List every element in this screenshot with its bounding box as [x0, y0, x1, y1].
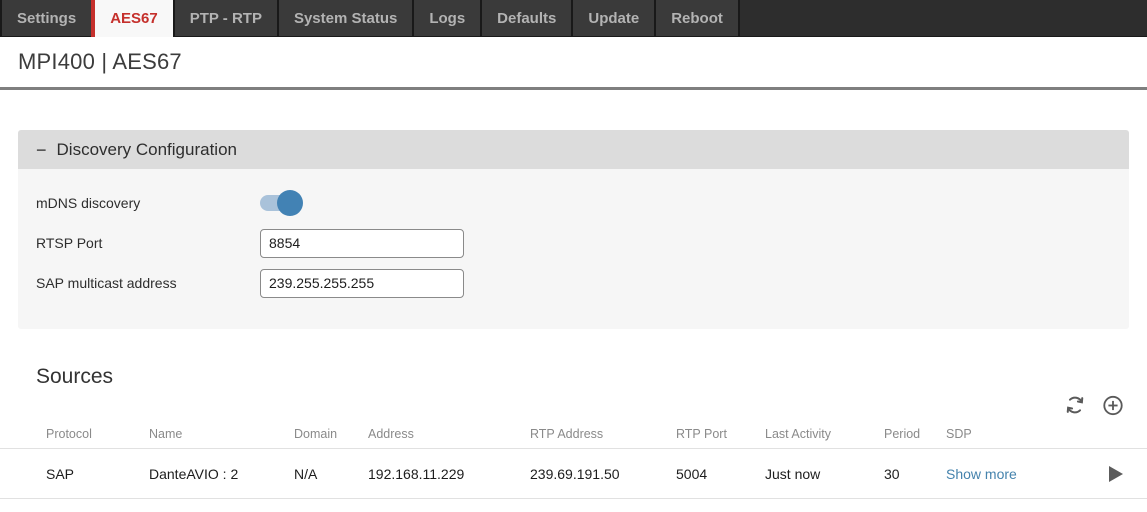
column-header-last-activity: Last Activity — [765, 427, 884, 441]
tab-update[interactable]: Update — [571, 0, 654, 36]
page-title: MPI400 | AES67 — [18, 49, 182, 75]
tab-ptp-rtp[interactable]: PTP - RTP — [173, 0, 277, 36]
show-more-link[interactable]: Show more — [946, 466, 1017, 482]
discovery-panel-title: Discovery Configuration — [57, 140, 237, 160]
add-source-button[interactable] — [1102, 394, 1124, 416]
tab-logs[interactable]: Logs — [412, 0, 480, 36]
column-header-rtp-port: RTP Port — [676, 427, 765, 441]
cell-domain: N/A — [294, 466, 368, 482]
cell-period: 30 — [884, 466, 946, 482]
sources-title: Sources — [36, 365, 1147, 389]
discovery-configuration-panel: − Discovery Configuration mDNS discovery… — [18, 130, 1129, 329]
tab-reboot[interactable]: Reboot — [654, 0, 740, 36]
toggle-knob — [277, 190, 303, 216]
rtsp-port-label: RTSP Port — [18, 235, 260, 251]
column-header-domain: Domain — [294, 427, 368, 441]
refresh-button[interactable] — [1064, 394, 1086, 416]
cell-last-activity: Just now — [765, 466, 884, 482]
tab-aes67[interactable]: AES67 — [91, 0, 173, 37]
top-tab-bar: Settings AES67 PTP - RTP System Status L… — [0, 0, 1147, 37]
column-header-rtp-address: RTP Address — [530, 427, 676, 441]
sources-actions — [0, 391, 1147, 419]
discovery-panel-header[interactable]: − Discovery Configuration — [18, 130, 1129, 169]
tab-settings[interactable]: Settings — [0, 0, 91, 36]
mdns-discovery-row: mDNS discovery — [18, 183, 1129, 223]
table-row: SAP DanteAVIO : 2 N/A 192.168.11.229 239… — [0, 449, 1147, 499]
collapse-icon[interactable]: − — [36, 141, 47, 159]
column-header-sdp: SDP — [946, 427, 1083, 441]
add-icon — [1102, 394, 1124, 417]
discovery-panel-body: mDNS discovery RTSP Port SAP multicast a… — [18, 169, 1129, 329]
column-header-address: Address — [368, 427, 530, 441]
cell-sdp: Show more — [946, 466, 1083, 482]
play-icon[interactable] — [1109, 466, 1123, 482]
cell-actions — [1083, 466, 1123, 482]
page-header: MPI400 | AES67 — [0, 37, 1147, 90]
sap-multicast-row: SAP multicast address — [18, 263, 1129, 303]
sources-table-header: Protocol Name Domain Address RTP Address… — [0, 419, 1147, 449]
rtsp-port-row: RTSP Port — [18, 223, 1129, 263]
column-header-period: Period — [884, 427, 946, 441]
rtsp-port-input[interactable] — [260, 229, 464, 258]
cell-rtp-port: 5004 — [676, 466, 765, 482]
column-header-protocol: Protocol — [46, 427, 149, 441]
cell-address: 192.168.11.229 — [368, 466, 530, 482]
sap-multicast-input[interactable] — [260, 269, 464, 298]
mdns-discovery-label: mDNS discovery — [18, 195, 260, 211]
tab-system-status[interactable]: System Status — [277, 0, 412, 36]
column-header-name: Name — [149, 427, 294, 441]
cell-protocol: SAP — [46, 466, 149, 482]
cell-name: DanteAVIO : 2 — [149, 466, 294, 482]
sap-multicast-label: SAP multicast address — [18, 275, 260, 291]
mdns-discovery-toggle[interactable] — [260, 195, 300, 211]
cell-rtp-address: 239.69.191.50 — [530, 466, 676, 482]
refresh-icon — [1064, 394, 1086, 416]
tab-defaults[interactable]: Defaults — [480, 0, 571, 36]
